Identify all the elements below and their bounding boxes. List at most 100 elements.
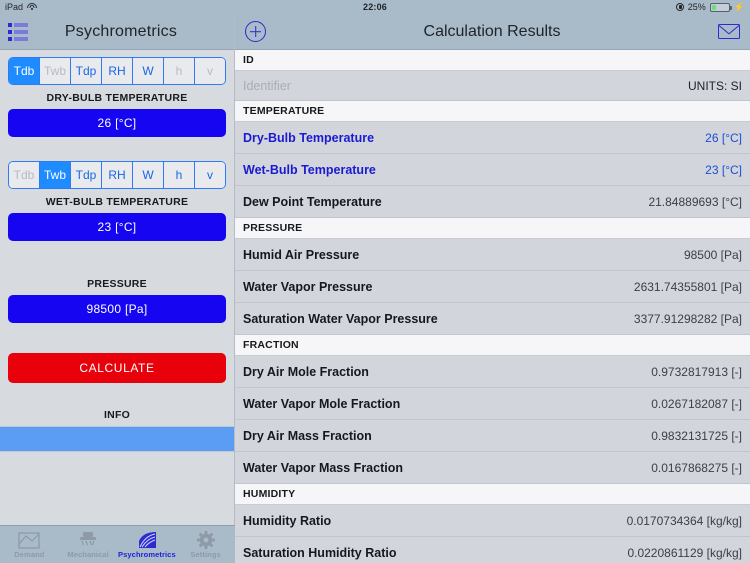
tab-label: Mechanical — [67, 550, 109, 559]
mail-icon[interactable] — [718, 24, 740, 39]
row-label: Dry Air Mole Fraction — [243, 364, 369, 379]
table-row[interactable]: Water Vapor Mole Fraction 0.0267182087 [… — [235, 388, 750, 420]
table-row[interactable]: Dew Point Temperature 21.84889693 [°C] — [235, 186, 750, 218]
info-message-bar — [0, 426, 234, 452]
rotation-lock-icon — [675, 3, 684, 11]
segment-twb: Twb — [40, 58, 71, 84]
pressure-value-field[interactable]: 98500 [Pa] — [8, 295, 226, 323]
right-panel-title: Calculation Results — [423, 22, 561, 40]
results-list[interactable]: ID Identifier UNITS: SI TEMPERATURE Dry-… — [235, 50, 750, 563]
segment-v: v — [195, 58, 225, 84]
row-value: 0.9732817913 [-] — [651, 364, 742, 379]
section-header-humidity: HUMIDITY — [235, 484, 750, 505]
section-header-temperature: TEMPERATURE — [235, 101, 750, 122]
tab-mechanical[interactable]: Mechanical — [59, 526, 118, 563]
segment-tdb[interactable]: Tdb — [9, 58, 40, 84]
row-value: 0.0267182087 [-] — [651, 396, 742, 411]
wet-bulb-caption: WET-BULB TEMPERATURE — [45, 196, 189, 208]
segment2-tdb: Tdb — [9, 162, 40, 188]
row-label: Dry-Bulb Temperature — [243, 130, 375, 145]
tab-bar[interactable]: Demand Mechanical Psychrometrics Setting… — [0, 525, 235, 563]
row-value: 0.0170734364 [kg/kg] — [626, 513, 742, 528]
psychrometric-icon — [136, 530, 158, 549]
lightning-bolt-icon: ⚡ — [733, 1, 745, 12]
dry-bulb-selector[interactable]: Tdb Twb Tdp RH W h v — [8, 57, 226, 85]
status-bar-right: 25% ⚡ — [675, 1, 745, 13]
segment2-h[interactable]: h — [164, 162, 195, 188]
tab-label: Demand — [14, 550, 45, 559]
row-label: Water Vapor Pressure — [243, 279, 373, 294]
left-panel-body: Tdb Twb Tdp RH W h v DRY-BULB TEMPERATUR… — [0, 50, 234, 563]
wet-bulb-selector[interactable]: Tdb Twb Tdp RH W h v — [8, 161, 226, 189]
table-row[interactable]: Water Vapor Mass Fraction 0.0167868275 [… — [235, 452, 750, 484]
left-panel-title: Psychrometrics — [64, 22, 178, 40]
tab-label: Psychrometrics — [118, 550, 176, 559]
tab-demand[interactable]: Demand — [0, 526, 59, 563]
dry-bulb-caption: DRY-BULB TEMPERATURE — [46, 92, 188, 104]
calculate-button[interactable]: CALCULATE — [8, 353, 226, 383]
row-label: Dry Air Mass Fraction — [243, 428, 372, 443]
segment-h: h — [164, 58, 195, 84]
table-row[interactable]: Wet-Bulb Temperature 23 [°C] — [235, 154, 750, 186]
tab-psychrometrics[interactable]: Psychrometrics — [118, 526, 177, 563]
row-label: Dew Point Temperature — [243, 194, 382, 209]
row-value: 23 [°C] — [705, 162, 742, 177]
left-nav-bar: Psychrometrics — [0, 14, 234, 50]
table-row[interactable]: Dry Air Mass Fraction 0.9832131725 [-] — [235, 420, 750, 452]
row-value: 98500 [Pa] — [683, 247, 742, 262]
list-icon[interactable] — [8, 22, 28, 41]
table-row[interactable]: Saturation Water Vapor Pressure 3377.912… — [235, 303, 750, 335]
table-row[interactable]: Water Vapor Pressure 2631.74355801 [Pa] — [235, 271, 750, 303]
gear-icon — [196, 530, 215, 549]
row-label: Saturation Water Vapor Pressure — [243, 311, 438, 326]
dry-bulb-value-field[interactable]: 26 [°C] — [8, 109, 226, 137]
units-value: UNITS: SI — [687, 78, 742, 93]
table-row[interactable]: Humidity Ratio 0.0170734364 [kg/kg] — [235, 505, 750, 537]
row-label: Humid Air Pressure — [243, 247, 360, 262]
row-label: Humidity Ratio — [243, 513, 332, 528]
app-root: iPad 22:06 25% ⚡ Psychrometrics Tdb Twb … — [0, 0, 750, 563]
table-row[interactable]: Identifier UNITS: SI — [235, 71, 750, 101]
row-value: 26 [°C] — [705, 130, 742, 145]
fan-icon — [78, 530, 98, 549]
chart-icon — [18, 530, 40, 549]
status-bar-clock: 22:06 — [362, 2, 388, 12]
battery-percent: 25% — [687, 2, 706, 12]
row-value: 3377.91298282 [Pa] — [633, 311, 742, 326]
segment2-v[interactable]: v — [195, 162, 225, 188]
info-area: INFO — [0, 409, 234, 452]
table-row[interactable]: Dry Air Mole Fraction 0.9732817913 [-] — [235, 356, 750, 388]
row-label: Wet-Bulb Temperature — [243, 162, 376, 177]
section-header-fraction: FRACTION — [235, 335, 750, 356]
table-row[interactable]: Humid Air Pressure 98500 [Pa] — [235, 239, 750, 271]
segment-tdp[interactable]: Tdp — [71, 58, 102, 84]
left-panel: Psychrometrics Tdb Twb Tdp RH W h v DRY-… — [0, 14, 235, 563]
info-caption: INFO — [103, 409, 131, 421]
pressure-caption: PRESSURE — [87, 278, 147, 290]
wet-bulb-value-field[interactable]: 23 [°C] — [8, 213, 226, 241]
row-label: Water Vapor Mass Fraction — [243, 460, 403, 475]
section-header-id: ID — [235, 50, 750, 71]
segment2-twb[interactable]: Twb — [40, 162, 71, 188]
segment2-tdp[interactable]: Tdp — [71, 162, 102, 188]
segment2-w[interactable]: W — [133, 162, 164, 188]
battery-icon — [709, 2, 732, 12]
tab-settings[interactable]: Settings — [176, 526, 235, 563]
table-row[interactable]: Saturation Humidity Ratio 0.0220861129 [… — [235, 537, 750, 563]
row-value: 2631.74355801 [Pa] — [633, 279, 742, 294]
section-header-pressure: PRESSURE — [235, 218, 750, 239]
segment-w[interactable]: W — [133, 58, 164, 84]
table-row[interactable]: Dry-Bulb Temperature 26 [°C] — [235, 122, 750, 154]
segment2-rh[interactable]: RH — [102, 162, 133, 188]
status-bar: iPad 22:06 25% ⚡ — [0, 0, 750, 14]
plus-circle-icon[interactable] — [245, 21, 266, 42]
right-panel: Calculation Results ID Identifier UNITS:… — [235, 14, 750, 563]
identifier-placeholder: Identifier — [243, 78, 291, 93]
segment-rh[interactable]: RH — [102, 58, 133, 84]
row-value: 0.0167868275 [-] — [651, 460, 742, 475]
row-label: Water Vapor Mole Fraction — [243, 396, 401, 411]
row-value: 21.84889693 [°C] — [648, 194, 742, 209]
